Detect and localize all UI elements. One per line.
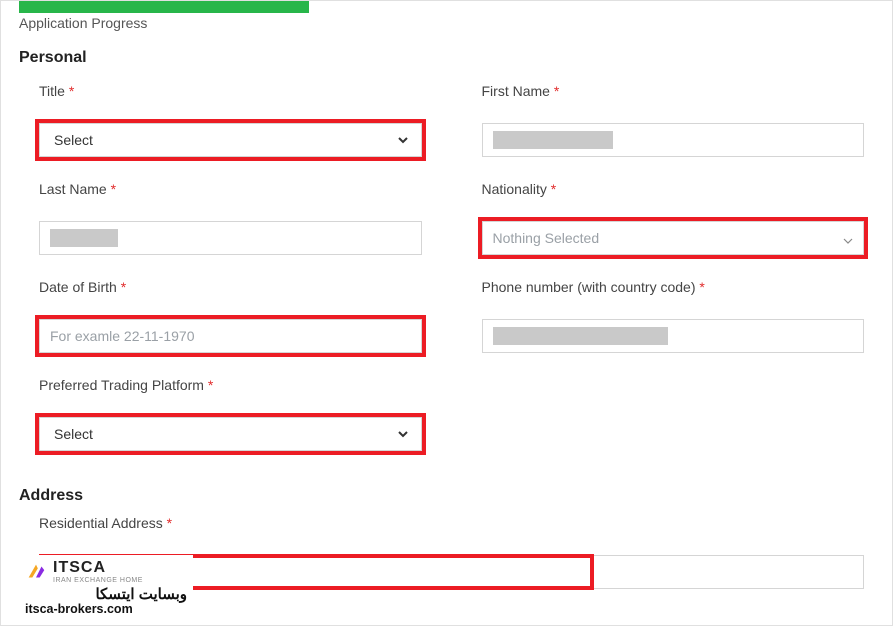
platform-select-input[interactable]: Select [50,418,411,450]
required-asterisk: * [551,181,556,197]
residential-label-text: Residential Address [39,515,163,531]
chevron-down-icon [843,233,853,243]
phone-label-text: Phone number (with country code) [482,279,696,295]
logo-icon [25,561,47,583]
phone-input[interactable] [482,319,865,353]
redacted-value [50,229,118,247]
section-address-title: Address [19,487,874,505]
nationality-label: Nationality * [482,181,865,197]
watermark: ITSCA IRAN EXCHANGE HOME وبسایت ایتسکا i… [19,555,193,619]
platform-select[interactable]: Select [39,417,422,451]
progress-bar-fill [19,1,309,13]
title-select-input[interactable]: Select [50,124,411,156]
section-personal-title: Personal [19,49,874,67]
last-name-label-text: Last Name [39,181,107,197]
first-name-label-text: First Name [482,83,550,99]
required-asterisk: * [208,377,213,393]
progress-bar [19,1,874,13]
dob-placeholder: For examle 22-11-1970 [50,328,194,344]
title-label-text: Title [39,83,65,99]
required-asterisk: * [121,279,126,295]
nationality-placeholder: Nothing Selected [493,230,600,246]
dob-label-text: Date of Birth [39,279,117,295]
watermark-sub: IRAN EXCHANGE HOME [53,577,143,585]
first-name-label: First Name * [482,83,865,99]
dob-label: Date of Birth * [39,279,422,295]
required-asterisk: * [699,279,704,295]
redacted-value [493,327,668,345]
platform-label: Preferred Trading Platform * [39,377,422,393]
redacted-value [493,131,613,149]
last-name-input[interactable] [39,221,422,255]
platform-label-text: Preferred Trading Platform [39,377,204,393]
last-name-label: Last Name * [39,181,422,197]
title-select[interactable]: Select [39,123,422,157]
first-name-input[interactable] [482,123,865,157]
residential-label: Residential Address * [39,515,864,531]
progress-label: Application Progress [19,15,874,31]
nationality-label-text: Nationality [482,181,547,197]
watermark-url: itsca-brokers.com [25,603,187,617]
nationality-select[interactable]: Nothing Selected [482,221,865,255]
watermark-fa: وبسایت ایتسکا [25,587,187,604]
watermark-brand: ITSCA [53,559,143,577]
title-label: Title * [39,83,422,99]
required-asterisk: * [111,181,116,197]
dob-input[interactable]: For examle 22-11-1970 [39,319,422,353]
required-asterisk: * [69,83,74,99]
required-asterisk: * [554,83,559,99]
phone-label: Phone number (with country code) * [482,279,865,295]
required-asterisk: * [167,515,172,531]
